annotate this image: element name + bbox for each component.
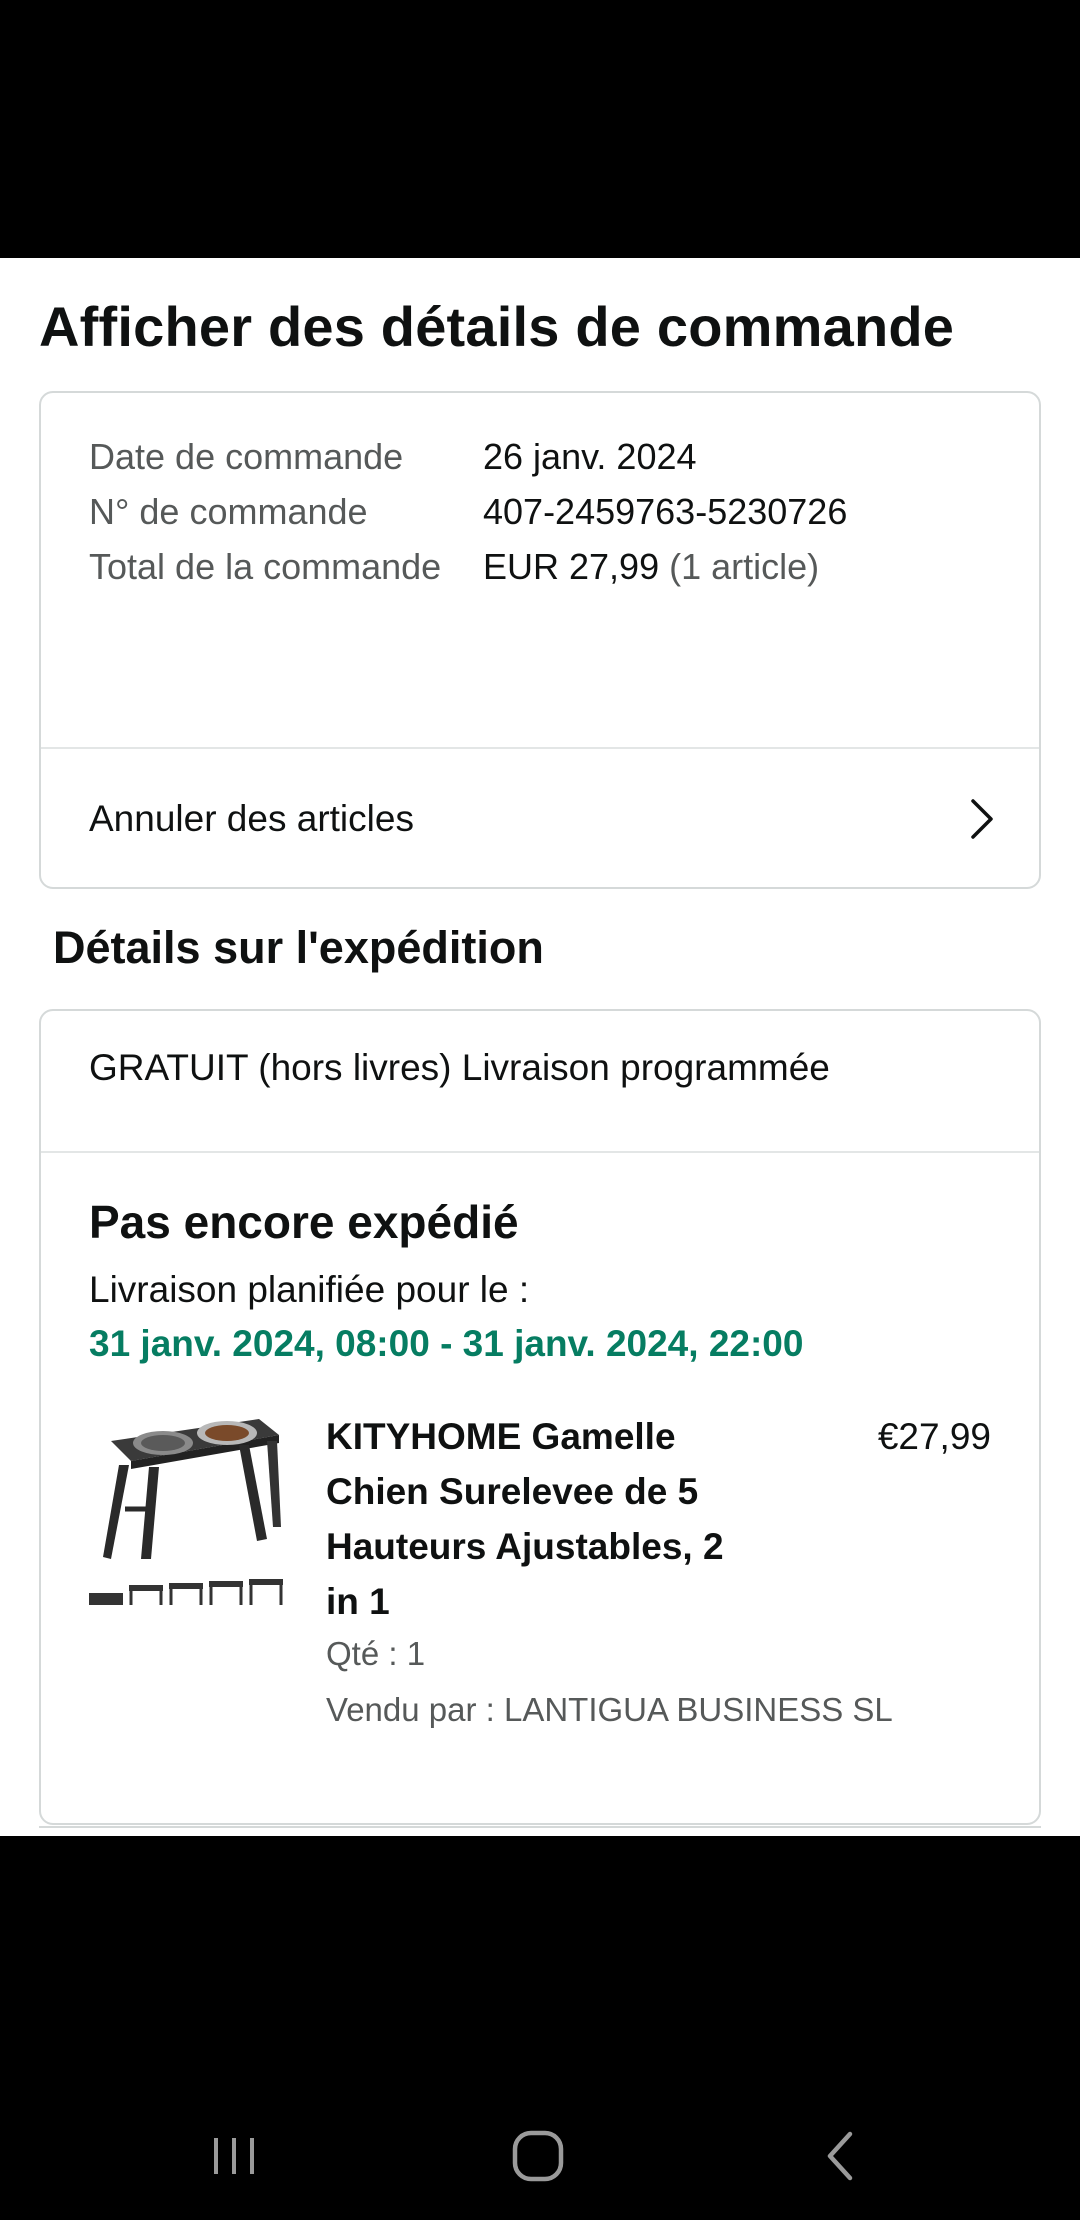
home-icon[interactable]	[510, 2128, 566, 2184]
order-total-label: Total de la commande	[89, 546, 442, 587]
order-date-row: Date de commande 26 janv. 2024	[89, 429, 999, 484]
product-seller: Vendu par : LANTIGUA BUSINESS SL	[326, 1691, 893, 1728]
back-icon[interactable]	[822, 2130, 858, 2182]
order-date-label: Date de commande	[89, 436, 404, 477]
chevron-right-icon	[971, 799, 993, 839]
order-total-value: EUR 27,99 (1 article)	[483, 539, 819, 594]
planned-delivery-window: 31 janv. 2024, 08:00 - 31 janv. 2024, 22…	[89, 1323, 804, 1364]
order-total-items: (1 article)	[669, 546, 820, 587]
page-title: Afficher des détails de commande	[39, 295, 955, 358]
product-title-link[interactable]: KITYHOME Gamelle Chien Surelevee de 5 Ha…	[326, 1409, 756, 1629]
order-number-value: 407-2459763-5230726	[483, 491, 848, 532]
divider	[41, 1151, 1039, 1153]
system-navigation-bar	[0, 1836, 1080, 2220]
status-bar-area	[0, 0, 1080, 258]
cancel-items-label: Annuler des articles	[89, 798, 414, 839]
recent-apps-icon[interactable]	[210, 2132, 258, 2180]
order-details-page: Afficher des détails de commande Date de…	[0, 258, 1080, 1836]
shipping-method: GRATUIT (hors livres) Livraison programm…	[89, 1047, 830, 1088]
order-date-value: 26 janv. 2024	[483, 436, 697, 477]
divider	[39, 1826, 1041, 1828]
order-total-row: Total de la commande EUR 27,99 (1 articl…	[89, 539, 999, 594]
product-price: €27,99	[877, 1416, 991, 1457]
product-quantity: Qté : 1	[326, 1635, 426, 1672]
shipping-status: Pas encore expédié	[89, 1196, 519, 1248]
order-info: Date de commande 26 janv. 2024 N° de com…	[89, 429, 999, 594]
order-total-amount: EUR 27,99	[483, 546, 660, 587]
shipping-section-title: Détails sur l'expédition	[53, 922, 544, 973]
planned-delivery-label: Livraison planifiée pour le :	[89, 1269, 530, 1310]
elevated-dog-bowl-image[interactable]	[89, 1409, 285, 1613]
order-summary-card: Date de commande 26 janv. 2024 N° de com…	[39, 391, 1041, 889]
order-number-row: N° de commande 407-2459763-5230726	[89, 484, 999, 539]
order-number-label: N° de commande	[89, 491, 368, 532]
shipping-card: GRATUIT (hors livres) Livraison programm…	[39, 1009, 1041, 1825]
cancel-items-button[interactable]: Annuler des articles	[41, 749, 1039, 889]
